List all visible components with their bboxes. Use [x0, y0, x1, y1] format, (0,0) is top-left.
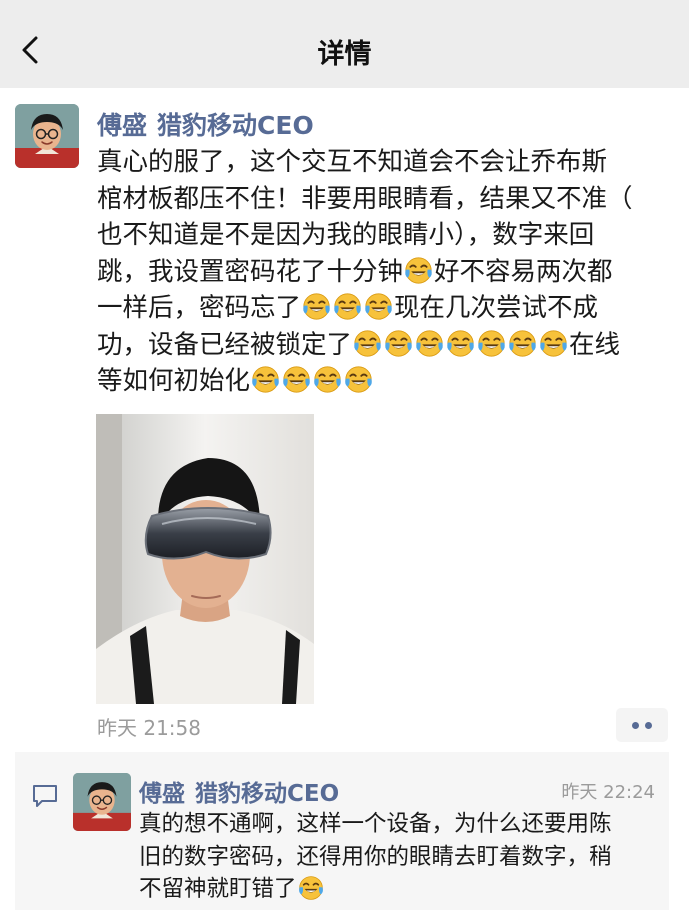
- post-text-line: 棺材板都压不住！非要用眼睛看，结果又不准（: [97, 183, 633, 214]
- face-with-tears-of-joy-emoji: [539, 329, 568, 358]
- face-with-tears-of-joy-emoji: [384, 329, 413, 358]
- face-with-tears-of-joy-emoji: [302, 292, 331, 321]
- more-actions-button[interactable]: [616, 708, 668, 742]
- face-with-tears-of-joy-emoji: [415, 329, 444, 358]
- post-text-line: 一样后，密码忘了 现在几次尝试不成: [97, 292, 599, 323]
- post-photo[interactable]: [96, 414, 314, 704]
- avatar[interactable]: [15, 104, 79, 168]
- author-name: 傅盛: [139, 781, 185, 807]
- face-with-tears-of-joy-emoji: [446, 329, 475, 358]
- comment-author[interactable]: 傅盛 猎豹移动CEO: [139, 774, 339, 808]
- comment-section: 傅盛 猎豹移动CEO 昨天 22:24 真的想不通啊，这样一个设备，为什么还要用陈…: [15, 752, 669, 910]
- face-with-tears-of-joy-emoji: [404, 256, 433, 285]
- post-text-line: 功，设备已经被锁定了 在线: [97, 329, 621, 360]
- comment-icon: [33, 785, 57, 807]
- face-with-tears-of-joy-emoji: [251, 365, 280, 394]
- comment-timestamp: 昨天 22:24: [561, 782, 655, 803]
- face-with-tears-of-joy-emoji: [508, 329, 537, 358]
- post-author[interactable]: 傅盛 猎豹移动CEO: [97, 106, 314, 142]
- author-title: 猎豹移动CEO: [157, 111, 314, 140]
- post-text-line: 跳，我设置密码花了十分钟 好不容易两次都: [97, 256, 613, 287]
- top-nav-bar: 详情: [0, 0, 689, 88]
- face-with-tears-of-joy-emoji: [313, 365, 342, 394]
- comment-text: 真的想不通啊，这样一个设备，为什么还要用陈 旧的数字密码，还得用你的眼睛去盯着数…: [139, 808, 663, 906]
- face-with-tears-of-joy-emoji: [282, 365, 311, 394]
- post-text: 真心的服了，这个交互不知道会不会让乔布斯 棺材板都压不住！非要用眼睛看，结果又不…: [97, 144, 679, 400]
- comment-avatar[interactable]: [73, 773, 131, 831]
- page-title: 详情: [317, 39, 372, 70]
- author-name: 傅盛: [97, 111, 148, 140]
- post-text-line: 等如何初始化: [97, 363, 679, 400]
- comment-text-line: 不留神就盯错了: [139, 873, 663, 906]
- author-title: 猎豹移动CEO: [195, 781, 340, 807]
- face-with-tears-of-joy-emoji: [364, 292, 393, 321]
- face-with-tears-of-joy-emoji: [333, 292, 362, 321]
- face-with-tears-of-joy-emoji: [298, 875, 324, 901]
- comment-text-line: 旧的数字密码，还得用你的眼睛去盯着数字，稍: [139, 843, 612, 870]
- post-text-line: 也不知道是不是因为我的眼睛小），数字来回: [97, 220, 595, 250]
- comment-text-line: 真的想不通啊，这样一个设备，为什么还要用陈: [139, 811, 612, 837]
- face-with-tears-of-joy-emoji: [477, 329, 506, 358]
- face-with-tears-of-joy-emoji: [353, 329, 382, 358]
- person-wearing-vr-headset-image: [96, 414, 314, 704]
- face-with-tears-of-joy-emoji: [344, 365, 373, 394]
- post-text-line: 真心的服了，这个交互不知道会不会让乔布斯: [97, 147, 608, 177]
- post-timestamp: 昨天 21:58: [97, 716, 201, 740]
